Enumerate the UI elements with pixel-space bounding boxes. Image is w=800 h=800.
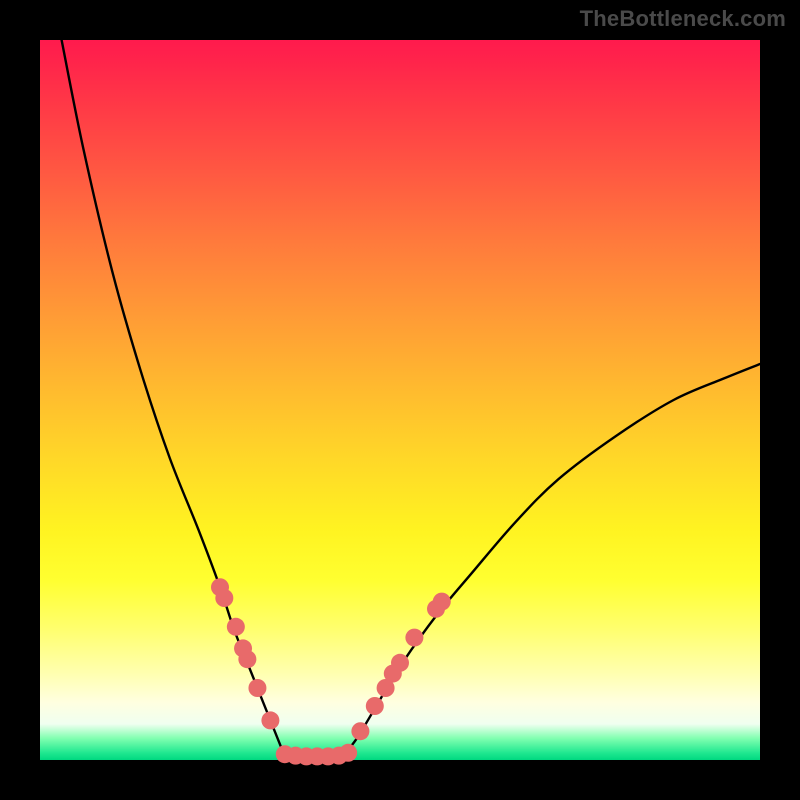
data-marker: [391, 654, 409, 672]
data-marker: [405, 629, 423, 647]
data-marker: [227, 618, 245, 636]
data-marker: [433, 593, 451, 611]
data-marker: [351, 722, 369, 740]
data-marker: [238, 650, 256, 668]
data-marker: [215, 589, 233, 607]
bottleneck-curve: [62, 40, 760, 758]
data-marker: [366, 697, 384, 715]
data-marker: [261, 711, 279, 729]
plot-area: [40, 40, 760, 760]
data-marker: [248, 679, 266, 697]
chart-frame: TheBottleneck.com: [0, 0, 800, 800]
marker-layer: [211, 578, 451, 765]
watermark-text: TheBottleneck.com: [580, 6, 786, 32]
data-marker: [339, 744, 357, 762]
curve-layer: [40, 40, 760, 760]
